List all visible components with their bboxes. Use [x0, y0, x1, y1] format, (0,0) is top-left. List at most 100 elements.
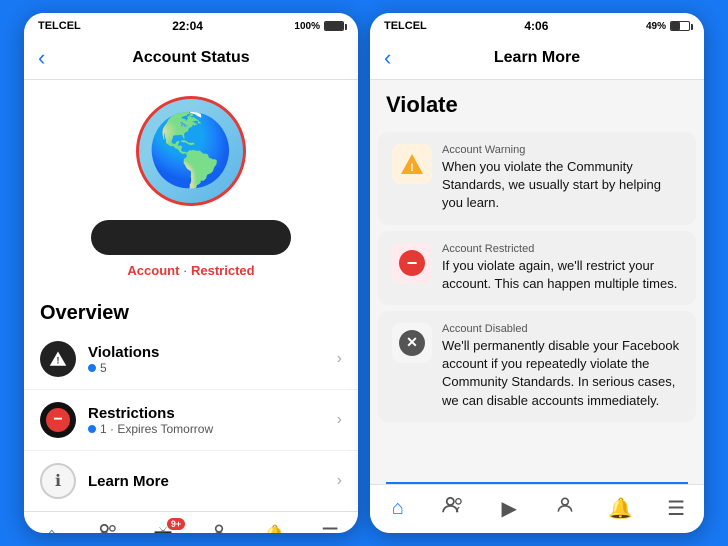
tab-bell-1[interactable]: 🔔: [256, 520, 292, 533]
restrict-type: Account Restricted: [442, 243, 682, 255]
disabled-desc: We'll permanently disable your Facebook …: [442, 337, 682, 410]
overview-list: ! Violations 5 › −: [24, 329, 358, 511]
svg-text:!: !: [410, 162, 414, 174]
phone-learn-more: TELCEL 4:06 49% ‹ Learn More Violate: [370, 13, 704, 533]
restrictions-text: Restrictions 1 · Expires Tomorrow: [88, 405, 337, 436]
violation-warning: ! Account Warning When you violate the C…: [378, 132, 696, 225]
screen-content-2: Violate ! Account Warning W: [370, 80, 704, 533]
tab-profile-2[interactable]: [547, 493, 583, 523]
screen-content-1: 🌎 Account · Restricted Overview: [24, 80, 358, 533]
globe-emoji: 🌎: [147, 110, 234, 192]
battery-icon-2: [670, 21, 690, 31]
status-icons-1: 100%: [294, 21, 344, 32]
time-1: 22:04: [172, 19, 203, 33]
restrict-icon: −: [399, 250, 425, 276]
restrictions-dot: [88, 425, 96, 433]
video-badge-1: 9+: [167, 518, 185, 530]
violations-dot: [88, 364, 96, 372]
friends-icon-1: [96, 523, 118, 533]
carrier-1: TELCEL: [38, 20, 81, 32]
restrict-icon-wrap: −: [392, 243, 432, 283]
tab-video-2[interactable]: ▶: [491, 493, 527, 523]
warning-text: Account Warning When you violate the Com…: [442, 144, 682, 213]
menu-icon-2: ☰: [667, 496, 685, 521]
violations-sub: 5: [88, 361, 337, 375]
profile-icon-2: [555, 495, 575, 521]
learn-more-item[interactable]: ℹ Learn More ›: [24, 451, 358, 511]
violation-restricted: − Account Restricted If you violate agai…: [378, 231, 696, 305]
tab-menu-2[interactable]: ☰: [658, 493, 694, 523]
violations-icon: !: [40, 341, 76, 377]
tab-home-2[interactable]: ⌂: [380, 493, 416, 523]
violations-chevron: ›: [337, 350, 342, 368]
home-icon-1: ⌂: [46, 524, 58, 534]
nav-title-1: Account Status: [62, 49, 320, 67]
overview-title: Overview: [24, 294, 358, 329]
restrictions-detail: 1 · Expires Tomorrow: [100, 422, 213, 436]
status-bar-2: TELCEL 4:06 49%: [370, 13, 704, 37]
bell-icon-2: 🔔: [608, 496, 633, 521]
restrictions-sub: 1 · Expires Tomorrow: [88, 422, 337, 436]
account-status-body: 🌎 Account · Restricted Overview: [24, 80, 358, 511]
learn-more-chevron: ›: [337, 472, 342, 490]
nav-bar-1: ‹ Account Status: [24, 37, 358, 80]
disabled-icon-wrap: ✕: [392, 323, 432, 363]
violations-text: Violations 5: [88, 344, 337, 375]
battery-fill-2: [671, 22, 680, 30]
tab-video-1[interactable]: 📺 9+: [145, 520, 181, 533]
violate-title: Violate: [370, 80, 704, 126]
back-button-2[interactable]: ‹: [384, 45, 408, 71]
warning-icon: !: [400, 152, 424, 176]
warning-icon-wrap: !: [392, 144, 432, 184]
learn-more-title: Learn More: [88, 473, 337, 490]
restrictions-icon: −: [40, 402, 76, 438]
violations-item[interactable]: ! Violations 5 ›: [24, 329, 358, 390]
video-icon-2: ▶: [501, 496, 516, 521]
battery-fill-1: [325, 22, 343, 30]
violations-count: 5: [100, 361, 107, 375]
menu-icon-1: ☰: [321, 523, 339, 534]
battery-label-2: 49%: [646, 21, 666, 32]
account-label: Account · Restricted: [127, 263, 254, 278]
restrictions-chevron: ›: [337, 411, 342, 429]
tab-bar-1: ⌂ 📺 9+: [24, 511, 358, 533]
violation-list: ! Account Warning When you violate the C…: [370, 126, 704, 482]
tab-menu-1[interactable]: ☰: [312, 520, 348, 533]
disabled-icon: ✕: [399, 330, 425, 356]
info-icon: ℹ: [55, 471, 61, 491]
globe-container: 🌎: [136, 96, 246, 206]
tab-bell-2[interactable]: 🔔: [602, 493, 638, 523]
bell-icon-1: 🔔: [262, 523, 287, 534]
globe-image: 🌎: [136, 96, 246, 206]
nav-bar-2: ‹ Learn More: [370, 37, 704, 80]
status-icons-2: 49%: [646, 21, 690, 32]
warning-triangle-icon: !: [49, 350, 67, 368]
learn-more-body: Violate ! Account Warning W: [370, 80, 704, 484]
back-button-1[interactable]: ‹: [38, 45, 62, 71]
tab-friends-2[interactable]: [435, 493, 471, 523]
phone-account-status: TELCEL 22:04 100% ‹ Account Status 🌎: [24, 13, 358, 533]
tab-profile-1[interactable]: [201, 520, 237, 533]
restrictions-item[interactable]: − Restrictions 1 · Expires Tomorrow ›: [24, 390, 358, 451]
time-2: 4:06: [524, 19, 548, 33]
home-icon-2: ⌂: [392, 497, 404, 520]
svg-text:!: !: [57, 356, 60, 366]
status-bar-1: TELCEL 22:04 100%: [24, 13, 358, 37]
disabled-text: Account Disabled We'll permanently disab…: [442, 323, 682, 410]
nav-title-2: Learn More: [408, 49, 666, 67]
minus-icon: −: [46, 408, 70, 432]
profile-icon-1: [209, 522, 229, 533]
friends-icon-2: [442, 496, 464, 520]
violations-title: Violations: [88, 344, 337, 361]
disabled-type: Account Disabled: [442, 323, 682, 335]
learn-more-text: Learn More: [88, 473, 337, 490]
warning-desc: When you violate the Community Standards…: [442, 158, 682, 213]
battery-label-1: 100%: [294, 21, 320, 32]
carrier-2: TELCEL: [384, 20, 427, 32]
tab-friends-1[interactable]: [89, 520, 125, 533]
tab-home-1[interactable]: ⌂: [34, 520, 70, 533]
battery-icon-1: [324, 21, 344, 31]
restrict-text: Account Restricted If you violate again,…: [442, 243, 682, 293]
warning-type: Account Warning: [442, 144, 682, 156]
learn-more-icon: ℹ: [40, 463, 76, 499]
